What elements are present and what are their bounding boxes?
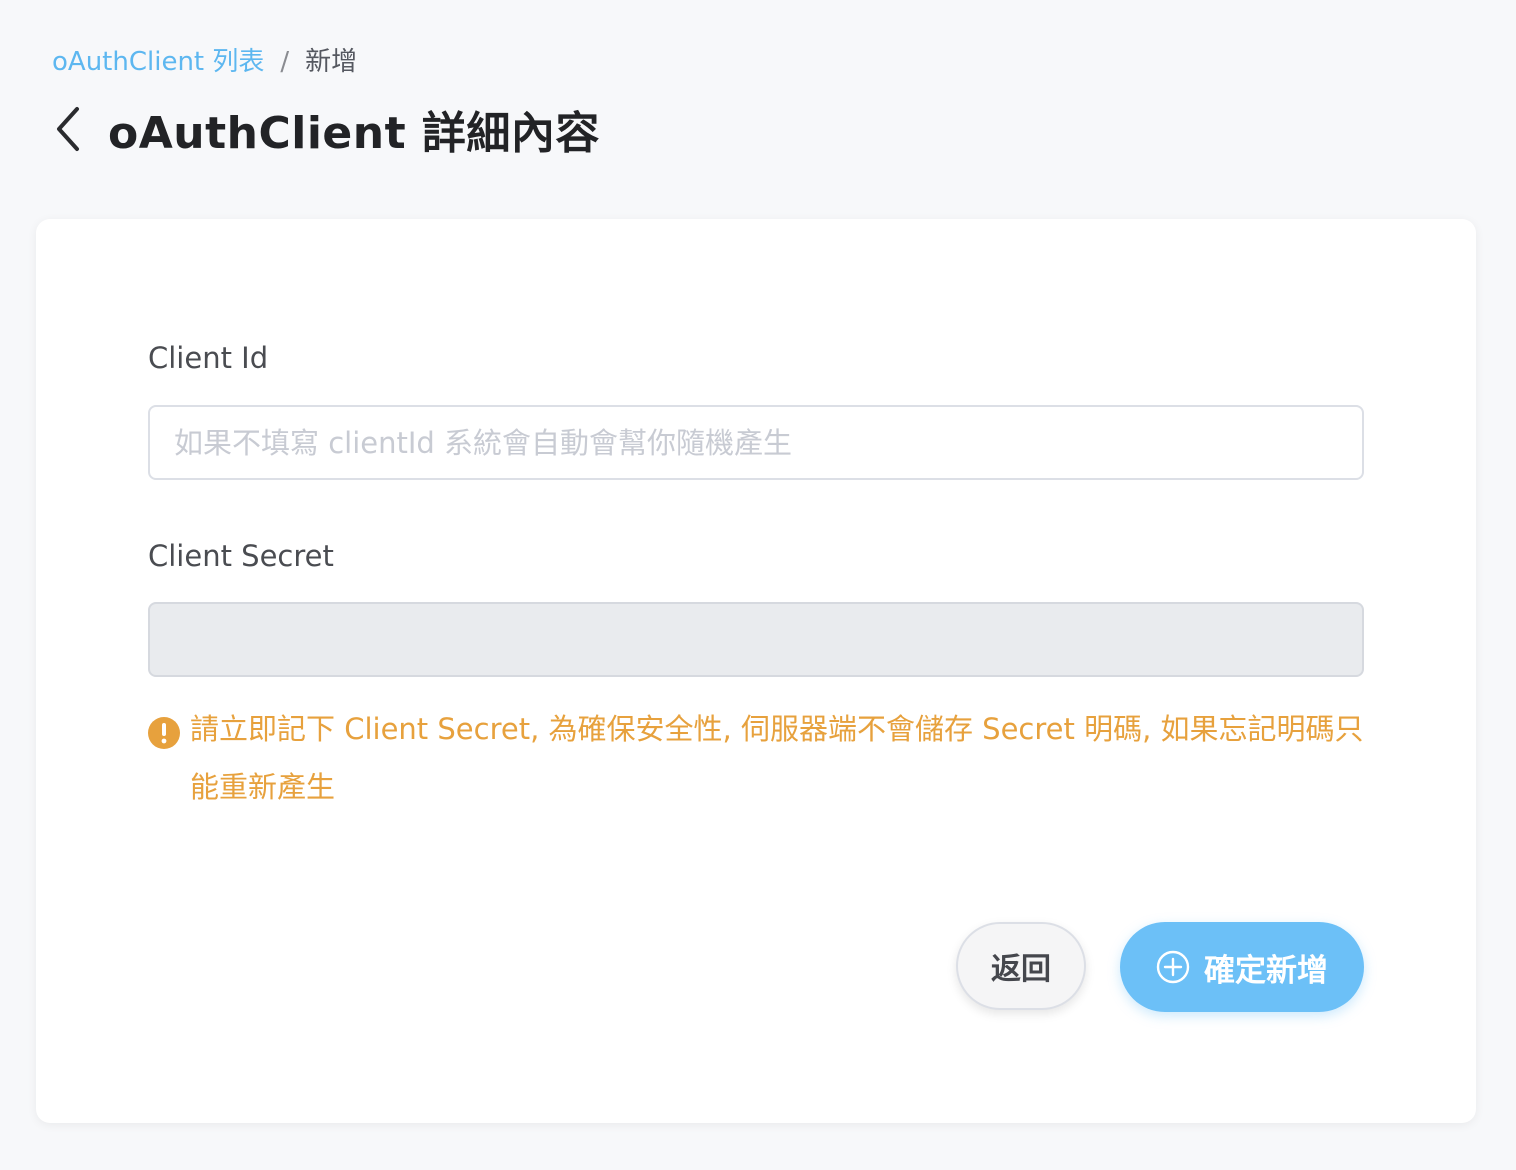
page-header: oAuthClient 詳細內容 xyxy=(48,96,600,162)
client-secret-input xyxy=(148,602,1364,677)
page-title: oAuthClient 詳細內容 xyxy=(108,108,600,159)
back-action-label: 返回 xyxy=(991,952,1051,987)
back-action-button[interactable]: 返回 xyxy=(956,922,1086,1010)
secret-warning: 請立即記下 Client Secret, 為確保安全性, 伺服器端不會儲存 Se… xyxy=(148,712,1364,816)
exclamation-circle-icon xyxy=(148,717,180,749)
back-button[interactable] xyxy=(48,101,88,157)
warning-text: 請立即記下 Client Secret, 為確保安全性, 伺服器端不會儲存 Se… xyxy=(190,712,1364,804)
client-id-label: Client Id xyxy=(148,341,269,375)
chevron-left-icon xyxy=(57,107,79,151)
breadcrumb: oAuthClient 列表 / 新增 xyxy=(52,44,357,80)
breadcrumb-separator: / xyxy=(280,47,290,77)
client-secret-label: Client Secret xyxy=(148,539,334,573)
confirm-add-button[interactable]: 確定新增 xyxy=(1120,922,1364,1012)
form-card: Client Id Client Secret 請立即記下 Client Sec… xyxy=(36,219,1476,1123)
breadcrumb-item-oauthclient-list[interactable]: oAuthClient 列表 xyxy=(52,44,264,80)
client-id-input[interactable] xyxy=(148,405,1364,480)
breadcrumb-item-current: 新增 xyxy=(305,47,358,77)
confirm-add-label: 確定新增 xyxy=(1204,952,1328,989)
plus-circle-icon xyxy=(1156,950,1190,984)
